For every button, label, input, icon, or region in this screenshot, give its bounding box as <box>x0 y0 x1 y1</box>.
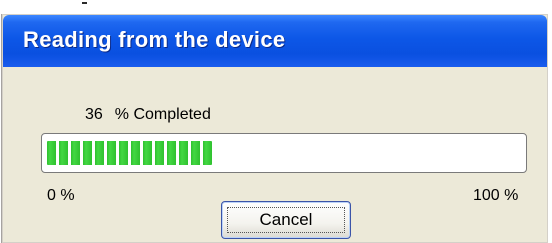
background-mark <box>82 2 87 4</box>
progress-status: 36 % Completed <box>85 106 211 124</box>
progress-dialog: Reading from the device 36 % Completed 0 … <box>2 14 548 243</box>
progress-bar <box>41 133 527 173</box>
cancel-button-label: Cancel <box>259 210 313 229</box>
progress-percent-value: 36 <box>85 106 103 123</box>
progress-bar-fill <box>47 141 212 165</box>
title-bar[interactable]: Reading from the device <box>3 15 547 67</box>
progress-completed-label: % Completed <box>114 106 211 123</box>
screen: Reading from the device 36 % Completed 0 … <box>0 0 552 243</box>
window-title: Reading from the device <box>23 27 286 52</box>
progress-scale-min: 0 % <box>47 187 75 204</box>
cancel-button[interactable]: Cancel <box>221 201 351 239</box>
progress-scale-max: 100 % <box>473 187 519 204</box>
